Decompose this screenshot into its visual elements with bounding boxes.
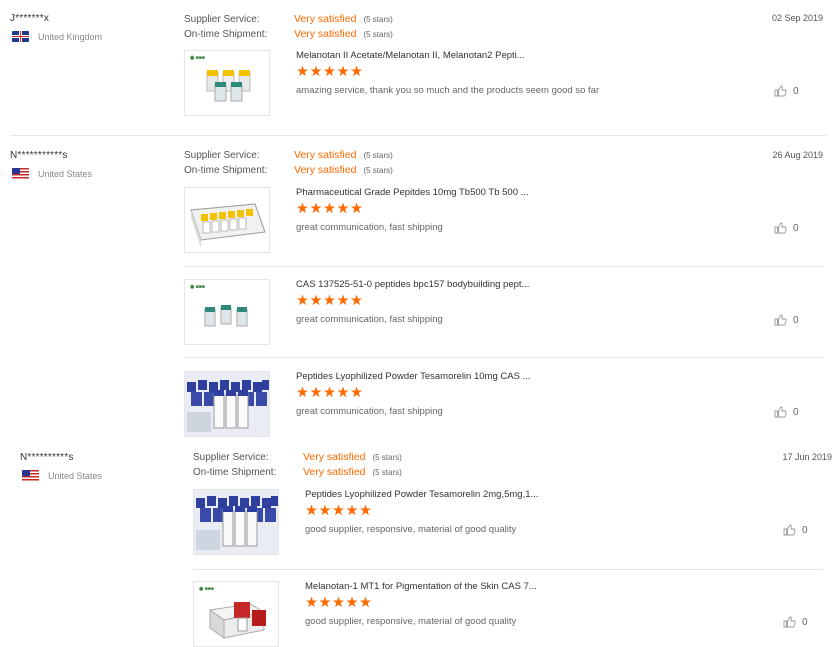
supplier-service-stars: (5 stars)	[372, 453, 402, 462]
product-thumbnail[interactable]	[193, 489, 279, 555]
review-comment: good supplier, responsive, material of g…	[305, 524, 517, 535]
supplier-service-stars: (5 stars)	[363, 15, 393, 24]
product-title[interactable]: Pharmaceutical Grade Pepitdes 10mg Tb500…	[296, 187, 529, 198]
product-divider	[193, 569, 823, 570]
thumbs-up-icon	[783, 524, 796, 536]
supplier-service-stars: (5 stars)	[363, 151, 393, 160]
buyer-name: J*******x	[10, 13, 50, 24]
blue-caps-image	[194, 490, 278, 554]
us-flag-icon	[12, 168, 29, 179]
buyer-name: N***********s	[10, 150, 68, 161]
review-comment: good supplier, responsive, material of g…	[305, 616, 517, 627]
review-date: 26 Aug 2019	[772, 150, 823, 160]
review-date: 02 Sep 2019	[771, 13, 823, 23]
country-label: United States	[48, 470, 103, 481]
like-button[interactable]: 0	[783, 524, 808, 536]
like-count: 0	[793, 314, 799, 326]
shipment-value: Very satisfied	[294, 164, 357, 176]
us-flag-icon	[22, 470, 39, 481]
box-vials-image	[190, 203, 266, 248]
shipment-label: On-time Shipment:	[193, 467, 277, 478]
product-thumbnail[interactable]: ◉ ■■■	[184, 50, 270, 116]
buyer-name: N**********s	[20, 452, 74, 463]
like-button[interactable]: 0	[774, 406, 799, 418]
like-count: 0	[793, 85, 799, 97]
product-thumbnail[interactable]: ◉ ■■■	[193, 581, 279, 647]
shipment-label: On-time Shipment:	[184, 165, 268, 176]
product-review: ◉ ■■■ Melanotan-1 MT1 for Pigmentation o…	[193, 581, 823, 647]
review-comment: great communication, fast shipping	[296, 406, 443, 417]
like-count: 0	[793, 222, 799, 234]
product-star-rating: ★★★★★	[296, 293, 364, 309]
supplier-service-value: Very satisfied	[294, 149, 357, 161]
product-star-rating: ★★★★★	[296, 64, 364, 80]
like-button[interactable]: 0	[774, 85, 799, 97]
product-review: ◉ ■■■ CAS 137525-51-0 peptides bpc157 bo…	[184, 279, 824, 349]
shipment-stars: (5 stars)	[363, 166, 393, 175]
product-review: Peptides Lyophilized Powder Tesamorelin …	[193, 489, 823, 559]
product-star-rating: ★★★★★	[305, 503, 373, 519]
thumbs-up-icon	[774, 314, 787, 326]
shipment-value: Very satisfied	[294, 28, 357, 40]
thumbs-up-icon	[783, 616, 796, 628]
product-star-rating: ★★★★★	[296, 385, 364, 401]
blue-caps-image	[185, 372, 269, 436]
product-star-rating: ★★★★★	[296, 201, 364, 217]
product-divider	[184, 266, 823, 267]
ratings: Supplier Service: Very satisfied (5 stars)…	[184, 148, 393, 178]
product-thumbnail[interactable]	[184, 371, 270, 437]
supplier-service-label: Supplier Service:	[193, 452, 269, 463]
buyer-country: United States	[12, 168, 92, 179]
like-button[interactable]: 0	[774, 222, 799, 234]
review-date: 17 Jun 2019	[782, 452, 832, 462]
like-button[interactable]: 0	[783, 616, 808, 628]
product-thumbnail[interactable]: ◉ ■■■	[184, 279, 270, 345]
product-review: Peptides Lyophilized Powder Tesamorelin …	[184, 371, 824, 441]
thumbs-up-icon	[774, 222, 787, 234]
shipment-label: On-time Shipment:	[184, 29, 268, 40]
supplier-service-label: Supplier Service:	[184, 14, 260, 25]
country-label: United States	[38, 168, 93, 179]
uk-flag-icon	[12, 31, 29, 42]
shipment-value: Very satisfied	[303, 466, 366, 478]
ratings: Supplier Service: Very satisfied (5 stars)…	[184, 12, 393, 42]
product-thumbnail[interactable]	[184, 187, 270, 253]
product-title[interactable]: CAS 137525-51-0 peptides bpc157 bodybuil…	[296, 279, 529, 290]
country-label: United Kingdom	[38, 31, 103, 42]
product-title[interactable]: Peptides Lyophilized Powder Tesamorelin …	[296, 371, 530, 382]
like-button[interactable]: 0	[774, 314, 799, 326]
thumbs-up-icon	[774, 406, 787, 418]
review-comment: amazing service, thank you so much and t…	[296, 85, 600, 96]
review-divider	[10, 135, 827, 136]
product-title[interactable]: Melanotan II Acetate/Melanotan II, Melan…	[296, 50, 525, 61]
thumbs-up-icon	[774, 85, 787, 97]
like-count: 0	[802, 616, 808, 628]
review-comment: great communication, fast shipping	[296, 222, 443, 233]
like-count: 0	[802, 524, 808, 536]
product-review: Pharmaceutical Grade Pepitdes 10mg Tb500…	[184, 187, 824, 257]
supplier-service-value: Very satisfied	[294, 13, 357, 25]
ratings: Supplier Service: Very satisfied (5 stars)…	[193, 450, 402, 480]
product-divider	[184, 357, 823, 358]
product-title[interactable]: Peptides Lyophilized Powder Tesamorelin …	[305, 489, 538, 500]
buyer-country: United Kingdom	[12, 31, 102, 42]
shipment-stars: (5 stars)	[372, 468, 402, 477]
review-comment: great communication, fast shipping	[296, 314, 443, 325]
product-title[interactable]: Melanotan-1 MT1 for Pigmentation of the …	[305, 581, 537, 592]
product-star-rating: ★★★★★	[305, 595, 373, 611]
supplier-service-label: Supplier Service:	[184, 150, 260, 161]
shipment-stars: (5 stars)	[363, 30, 393, 39]
product-review: ◉ ■■■ Melanotan II Acetate/Melanotan II,…	[184, 50, 824, 120]
supplier-service-value: Very satisfied	[303, 451, 366, 463]
like-count: 0	[793, 406, 799, 418]
buyer-country: United States	[22, 470, 102, 481]
